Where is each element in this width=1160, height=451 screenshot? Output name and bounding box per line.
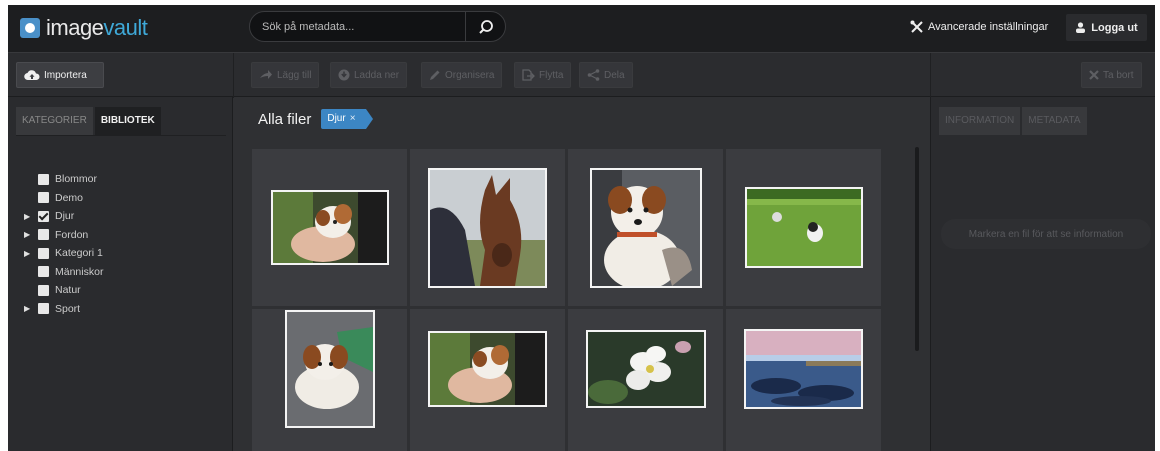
category-tree: Blommor Demo ▶ Djur ▶ Fordon ▶ Kategori 1 Männis… [24, 170, 103, 318]
move-icon [522, 69, 535, 81]
grid-scrollbar[interactable] [915, 147, 919, 351]
right-panel: INFORMATION METADATA Markera en fil för … [930, 97, 1155, 451]
expand-arrow-icon[interactable]: ▶ [24, 230, 38, 239]
left-tabs: KATEGORIER BIBLIOTEK [16, 107, 161, 135]
category-checkbox[interactable] [38, 303, 49, 315]
category-label: Sport [55, 302, 81, 315]
right-tabs: INFORMATION METADATA [939, 107, 1087, 135]
cloud-upload-icon [24, 70, 40, 81]
user-icon [1076, 22, 1086, 33]
empty-info-message: Markera en fil för att se information [941, 219, 1151, 249]
logo-text: imagevault [46, 15, 148, 40]
thumbnail-cell[interactable] [726, 149, 881, 306]
share-icon [587, 69, 600, 81]
delete-button[interactable]: Ta bort [1081, 62, 1142, 88]
thumbnail-image[interactable] [270, 190, 389, 265]
page-title: Alla filer [258, 110, 312, 128]
category-checkbox[interactable] [38, 210, 49, 222]
filter-tag[interactable]: Djur × [321, 109, 373, 129]
arrow-right-icon [260, 70, 272, 79]
thumbnail-image[interactable] [428, 330, 547, 407]
toolbar-divider [233, 53, 234, 98]
thumbnail-cell[interactable] [568, 309, 723, 451]
download-icon [338, 69, 350, 81]
expand-arrow-icon[interactable]: ▶ [24, 304, 38, 313]
category-label: Demo [55, 191, 84, 204]
category-item[interactable]: ▶ Fordon [24, 226, 103, 245]
remove-filter-icon[interactable]: × [350, 113, 356, 124]
thumbnail-cell[interactable] [252, 309, 407, 451]
tab-divider [16, 135, 226, 136]
logout-label: Logga ut [1091, 21, 1138, 34]
category-checkbox[interactable] [38, 192, 49, 204]
tab-information[interactable]: INFORMATION [939, 107, 1021, 135]
search-button[interactable] [465, 12, 505, 41]
thumbnail-image[interactable] [284, 309, 375, 428]
camera-icon [20, 18, 40, 38]
thumbnail-image[interactable] [744, 328, 863, 409]
category-label: Fordon [55, 228, 89, 241]
search-icon [478, 19, 493, 34]
category-item[interactable]: ▶ Sport [24, 300, 103, 319]
category-label: Blommor [55, 173, 98, 186]
thumbnail-image[interactable] [744, 187, 863, 268]
main-content: Alla filer Djur × [234, 97, 930, 451]
toolbar: Importera Lägg till Ladda ner Organisera [8, 52, 1155, 98]
tab-metadata[interactable]: METADATA [1022, 107, 1087, 135]
thumbnail-cell[interactable] [410, 149, 565, 306]
tools-icon [910, 20, 923, 33]
pencil-icon [430, 70, 440, 80]
thumbnail-cell[interactable] [726, 309, 881, 451]
thumbnail-image[interactable] [589, 167, 702, 288]
category-checkbox[interactable] [38, 247, 49, 259]
advanced-settings-label: Avancerade inställningar [928, 21, 1049, 33]
search-box [249, 11, 506, 42]
category-label: Människor [55, 265, 104, 278]
import-button[interactable]: Importera [16, 62, 104, 88]
thumbnail-cell[interactable] [568, 149, 723, 306]
category-checkbox[interactable] [38, 266, 49, 278]
tab-bibliotek[interactable]: BIBLIOTEK [94, 107, 161, 135]
category-item[interactable]: Natur [24, 281, 103, 300]
category-item[interactable]: Blommor [24, 170, 103, 189]
expand-arrow-icon[interactable]: ▶ [24, 212, 38, 221]
breadcrumb: Alla filer Djur × [258, 109, 373, 129]
thumbnail-cell[interactable] [410, 309, 565, 451]
category-checkbox[interactable] [38, 284, 49, 296]
expand-arrow-icon[interactable]: ▶ [24, 249, 38, 258]
logout-button[interactable]: Logga ut [1066, 14, 1147, 41]
organize-button[interactable]: Organisera [421, 62, 503, 88]
category-item[interactable]: ▶ Kategori 1 [24, 244, 103, 263]
move-button[interactable]: Flytta [514, 62, 572, 88]
search-input[interactable] [262, 18, 462, 36]
category-item[interactable]: Demo [24, 189, 103, 208]
advanced-settings-link[interactable]: Avancerade inställningar [910, 20, 1048, 34]
toolbar-divider [930, 53, 931, 98]
tab-kategorier[interactable]: KATEGORIER [16, 107, 93, 135]
thumbnail-image[interactable] [585, 329, 706, 408]
header: imagevault Avancerade inställningar [8, 5, 1155, 52]
close-icon [1089, 70, 1099, 80]
left-panel: KATEGORIER BIBLIOTEK Blommor Demo ▶ Djur ▶ Fo… [8, 97, 233, 451]
category-label: Kategori 1 [55, 247, 103, 260]
add-button[interactable]: Lägg till [251, 62, 320, 88]
category-checkbox[interactable] [38, 173, 49, 185]
category-label: Djur [55, 210, 75, 223]
logo[interactable]: imagevault [20, 13, 148, 43]
category-item[interactable]: ▶ Djur [24, 207, 103, 226]
category-checkbox[interactable] [38, 229, 49, 241]
thumbnail-cell[interactable] [252, 149, 407, 306]
app-window: imagevault Avancerade inställningar [8, 5, 1155, 451]
share-button[interactable]: Dela [579, 62, 633, 88]
category-item[interactable]: Människor [24, 263, 103, 282]
thumbnail-image[interactable] [428, 167, 547, 288]
category-label: Natur [55, 284, 81, 297]
download-button[interactable]: Ladda ner [330, 62, 408, 88]
